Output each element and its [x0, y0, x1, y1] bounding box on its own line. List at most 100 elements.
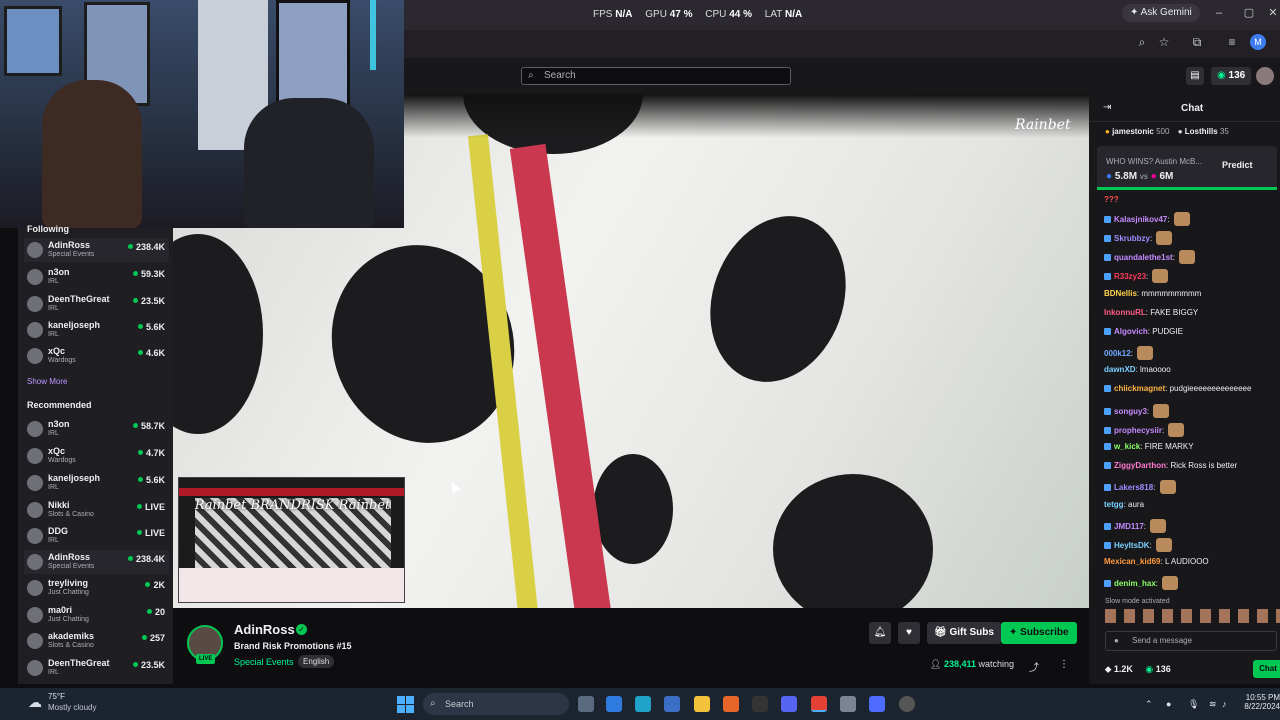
obs-icon[interactable]	[899, 696, 915, 712]
bookmark-star-icon[interactable]: ☆	[1156, 34, 1172, 50]
chrome-icon[interactable]	[811, 696, 827, 712]
taskbar-clock[interactable]: 10:55 PM 8/22/2024	[1236, 693, 1280, 711]
ask-gemini-button[interactable]: ✦ Ask Gemini	[1122, 4, 1200, 22]
gift-subs-button[interactable]: 🎁︎ Gift Subs	[927, 622, 1001, 644]
epic-games-icon[interactable]	[752, 696, 768, 712]
chat-message[interactable]: quandalethe1st:	[1104, 250, 1280, 264]
chat-text: PUDGIE	[1152, 327, 1183, 336]
recommended-channel[interactable]: akademiks Slots & Casino 257	[24, 629, 169, 653]
predict-button[interactable]: Predict	[1222, 160, 1253, 170]
chat-message[interactable]: Skrubbzy:	[1104, 231, 1280, 245]
chat-message[interactable]: ZiggyDarthon: Rick Ross is better	[1104, 461, 1280, 470]
search-input[interactable]: ⌕ Search	[521, 67, 791, 85]
firefox-icon[interactable]	[723, 696, 739, 712]
reading-list-icon[interactable]: ≡	[1224, 34, 1240, 50]
recommended-channel[interactable]: treyliving Just Chatting 2K	[24, 576, 169, 600]
chat-message[interactable]: songuy3:	[1104, 404, 1280, 418]
notification-bell-icon[interactable]: 🔔︎	[869, 622, 891, 644]
recommended-channel[interactable]: AdinRoss Special Events 238.4K	[24, 550, 169, 574]
following-channel[interactable]: DeenTheGreat IRL 23.5K	[24, 292, 169, 316]
channel-category: IRL	[48, 537, 59, 544]
task-view-icon[interactable]	[578, 696, 594, 712]
chat-message[interactable]: Lakers818:	[1104, 480, 1280, 494]
share-icon[interactable]: ⤴	[1029, 659, 1039, 674]
recommended-channel[interactable]: n3on IRL 58.7K	[24, 417, 169, 441]
following-channel[interactable]: AdinRoss Special Events 238.4K	[24, 238, 169, 262]
recommended-channel[interactable]: Nikki Slots & Casino LIVE	[24, 498, 169, 522]
following-channel[interactable]: kaneljoseph IRL 5.6K	[24, 318, 169, 342]
volume-icon[interactable]: ♪	[1222, 699, 1227, 709]
recommended-channel[interactable]: DDG IRL LIVE	[24, 524, 169, 548]
following-channel[interactable]: n3on IRL 59.3K	[24, 265, 169, 289]
chat-leaderboard[interactable]: ● jamestonic 500 ● Losthills 35	[1105, 127, 1235, 136]
close-window-icon[interactable]: ✕	[1266, 6, 1280, 20]
chat-message[interactable]: BDNellis: mmmmmmmmm	[1104, 289, 1280, 298]
channel-viewers: LIVE	[137, 502, 165, 512]
chat-send-button[interactable]: Chat	[1253, 660, 1280, 678]
channel-sidebar: Following AdinRoss Special Events 238.4K n…	[18, 224, 173, 684]
edge-icon[interactable]	[635, 696, 651, 712]
chat-message[interactable]: InkonnuRL: FAKE BIGGY	[1104, 308, 1280, 317]
channel-name: DeenTheGreat	[48, 658, 110, 668]
chat-message[interactable]: w_kick: FIRE MARKY	[1104, 442, 1280, 451]
settings-icon[interactable]	[840, 696, 856, 712]
store-icon[interactable]	[664, 696, 680, 712]
chat-message[interactable]: Algovich: PUDGIE	[1104, 327, 1280, 336]
extensions-icon[interactable]: ⧉	[1189, 34, 1205, 50]
maximize-icon[interactable]: ▢	[1242, 6, 1256, 20]
microphone-icon[interactable]: 🎙︎	[1188, 699, 1199, 710]
chat-points[interactable]: 136	[1156, 664, 1171, 674]
stream-category-link[interactable]: Special Events	[234, 657, 294, 667]
tray-overflow-icon[interactable]: ⌃	[1145, 699, 1153, 710]
browser-profile-avatar[interactable]: M	[1250, 34, 1266, 50]
chat-message[interactable]: Mexican_kid69: L AUDIOOO	[1104, 557, 1280, 566]
minimize-icon[interactable]: –	[1212, 6, 1226, 20]
points-button[interactable]: ◉ 136	[1211, 67, 1252, 85]
language-tag[interactable]: English	[298, 655, 335, 668]
outlook-icon[interactable]	[606, 696, 622, 712]
follow-heart-icon[interactable]: ♥	[898, 622, 920, 644]
chat-input[interactable]: ● Send a message	[1105, 631, 1277, 651]
subscribe-button[interactable]: ✦ Subscribe	[1001, 622, 1077, 644]
more-options-icon[interactable]: ⋮	[1059, 659, 1069, 670]
start-button[interactable]	[397, 696, 414, 713]
search-icon: ⌕	[528, 70, 534, 81]
taskbar-search[interactable]: ⌕ Search	[423, 693, 569, 715]
ask-gemini-label: Ask Gemini	[1140, 7, 1192, 18]
picture-in-picture-feed[interactable]: Rainbet BRANDRISK Rainbet	[178, 477, 405, 603]
collapse-chat-icon[interactable]: ⇥	[1103, 102, 1111, 113]
wifi-icon[interactable]: ≋	[1209, 699, 1217, 710]
app-icon[interactable]	[869, 696, 885, 712]
chat-message[interactable]: Kalasjnikov47:	[1104, 212, 1280, 226]
chat-message[interactable]: prophecysiir:	[1104, 423, 1280, 437]
chat-message[interactable]: ???	[1104, 195, 1280, 204]
channel-category: IRL	[48, 484, 59, 491]
file-explorer-icon[interactable]	[694, 696, 710, 712]
bits-count[interactable]: 1.2K	[1114, 664, 1133, 674]
channel-avatar	[27, 448, 43, 464]
user-avatar[interactable]	[1256, 67, 1274, 85]
layout-icon[interactable]: ▤	[1186, 67, 1204, 85]
chat-message[interactable]: R33zy23:	[1104, 269, 1280, 283]
recommended-channel[interactable]: ma0ri Just Chatting 20	[24, 603, 169, 627]
recommended-channel[interactable]: xQc Wardogs 4.7K	[24, 444, 169, 468]
chat-message[interactable]: chiickmagnet: pudgieeeeeeeeeeeeee	[1104, 384, 1280, 393]
fps-label: FPS	[593, 9, 613, 20]
chat-message[interactable]: denim_hax:	[1104, 576, 1280, 590]
chat-message[interactable]: JMD117:	[1104, 519, 1280, 533]
badge-icon	[1104, 254, 1111, 261]
recommended-channel[interactable]: kaneljoseph IRL 5.6K	[24, 471, 169, 495]
recommended-channel[interactable]: DeenTheGreat IRL 23.5K	[24, 656, 169, 680]
chat-message[interactable]: 000k12:	[1104, 346, 1280, 360]
tray-app-icon[interactable]: ●	[1166, 699, 1171, 709]
zoom-icon[interactable]: ⌕	[1134, 34, 1150, 50]
chat-message[interactable]: HeyItsDK:	[1104, 538, 1280, 552]
discord-icon[interactable]	[781, 696, 797, 712]
streamer-name[interactable]: AdinRoss	[234, 622, 295, 637]
chat-message[interactable]: dawnXD: lmaoooo	[1104, 365, 1280, 374]
prediction-card[interactable]: WHO WINS? Austin McB... ● 5.8M vs ● 6M P…	[1097, 146, 1277, 190]
chat-message[interactable]: tetgg: aura	[1104, 500, 1280, 509]
following-channel[interactable]: xQc Wardogs 4.6K	[24, 344, 169, 368]
show-more-link[interactable]: Show More	[27, 377, 67, 386]
emote-bar[interactable]	[1105, 609, 1280, 623]
